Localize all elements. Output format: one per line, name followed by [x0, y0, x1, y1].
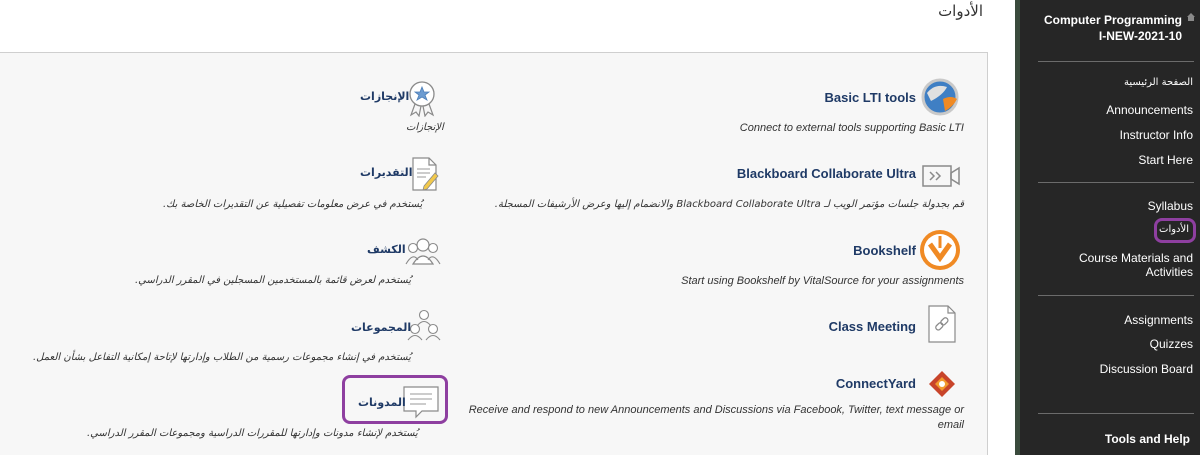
tools-and-help-heading[interactable]: Tools and Help: [1105, 432, 1190, 446]
sidebar-item-discussion-board[interactable]: Discussion Board: [1100, 362, 1193, 376]
sidebar-item-home[interactable]: الصفحة الرئيسية: [1124, 77, 1193, 88]
link-document-icon: [928, 305, 956, 343]
sidebar-item-start-here[interactable]: Start Here: [1138, 153, 1193, 167]
tool-desc-connectyard-line1: Receive and respond to new Announcements…: [468, 404, 964, 416]
grades-icon: [412, 157, 439, 191]
tool-title-basic-lti[interactable]: Basic LTI tools: [825, 90, 917, 105]
menu-divider: [1038, 61, 1194, 62]
tool-desc-blogs: يُستخدم لإنشاء مدونات وإدارتها للمقررات …: [87, 428, 418, 439]
tool-desc-basic-lti: Connect to external tools supporting Bas…: [739, 122, 964, 134]
collaborate-icon: [922, 165, 960, 187]
tool-title-achievements[interactable]: الإنجازات: [360, 90, 409, 103]
sidebar-item-announcements[interactable]: Announcements: [1106, 103, 1193, 117]
tool-desc-connectyard-line2: email: [937, 419, 964, 431]
tool-desc-grades: يُستخدم في عرض معلومات تفصيلية عن التقدي…: [163, 199, 423, 210]
tool-desc-achievements: الإنجازات: [406, 122, 444, 133]
tool-title-collaborate-ultra[interactable]: Blackboard Collaborate Ultra: [737, 166, 916, 181]
sidebar-item-quizzes[interactable]: Quizzes: [1150, 337, 1193, 351]
sidebar-item-assignments[interactable]: Assignments: [1124, 313, 1193, 327]
course-menu-sidebar: Computer Programming I-NEW-2021-10 الصفح…: [1015, 0, 1200, 455]
tool-desc-bookshelf: Start using Bookshelf by VitalSource for…: [681, 275, 964, 287]
page-title: الأدوات: [938, 2, 983, 20]
sidebar-item-syllabus[interactable]: Syllabus: [1148, 199, 1193, 213]
bookshelf-icon: [920, 230, 960, 270]
groups-icon: [407, 309, 441, 341]
course-title-line1: Computer Programming: [1043, 13, 1182, 27]
connectyard-icon: [929, 371, 955, 397]
tools-item-highlight-box: [1154, 218, 1196, 243]
menu-divider: [1038, 295, 1194, 296]
tool-title-roster[interactable]: الكشف: [367, 243, 406, 256]
main-content: الأدوات Basic LTI tools Connect to exter…: [0, 0, 1015, 455]
tool-desc-groups: يُستخدم في إنشاء مجموعات رسمية من الطلاب…: [33, 352, 411, 363]
tool-title-grades[interactable]: التقديرات: [360, 166, 412, 179]
blogs-highlight-box: [342, 375, 448, 424]
tool-title-class-meeting[interactable]: Class Meeting: [829, 319, 916, 334]
home-icon[interactable]: [1186, 12, 1196, 22]
tool-title-bookshelf[interactable]: Bookshelf: [853, 243, 916, 258]
globe-icon: [921, 78, 959, 116]
roster-icon: [405, 238, 441, 265]
tool-desc-roster: يُستخدم لعرض قائمة بالمستخدمين المسجلين …: [135, 275, 412, 286]
course-title[interactable]: Computer Programming I-NEW-2021-10: [1044, 12, 1182, 44]
sidebar-item-course-materials[interactable]: Course Materials and Activities: [1063, 251, 1193, 279]
menu-divider: [1038, 413, 1194, 414]
sidebar-edge-strip: [1015, 0, 1020, 455]
tool-title-connectyard[interactable]: ConnectYard: [836, 376, 916, 391]
tools-panel: Basic LTI tools Connect to external tool…: [0, 52, 988, 455]
menu-divider: [1038, 182, 1194, 183]
tool-desc-collaborate-ultra: قم بجدولة جلسات مؤتمر الويب لـ Blackboar…: [494, 199, 964, 210]
course-title-line2: I-NEW-2021-10: [1098, 29, 1182, 43]
achievement-icon: [409, 81, 435, 117]
tool-title-groups[interactable]: المجموعات: [351, 321, 411, 334]
sidebar-item-instructor-info[interactable]: Instructor Info: [1120, 128, 1193, 142]
